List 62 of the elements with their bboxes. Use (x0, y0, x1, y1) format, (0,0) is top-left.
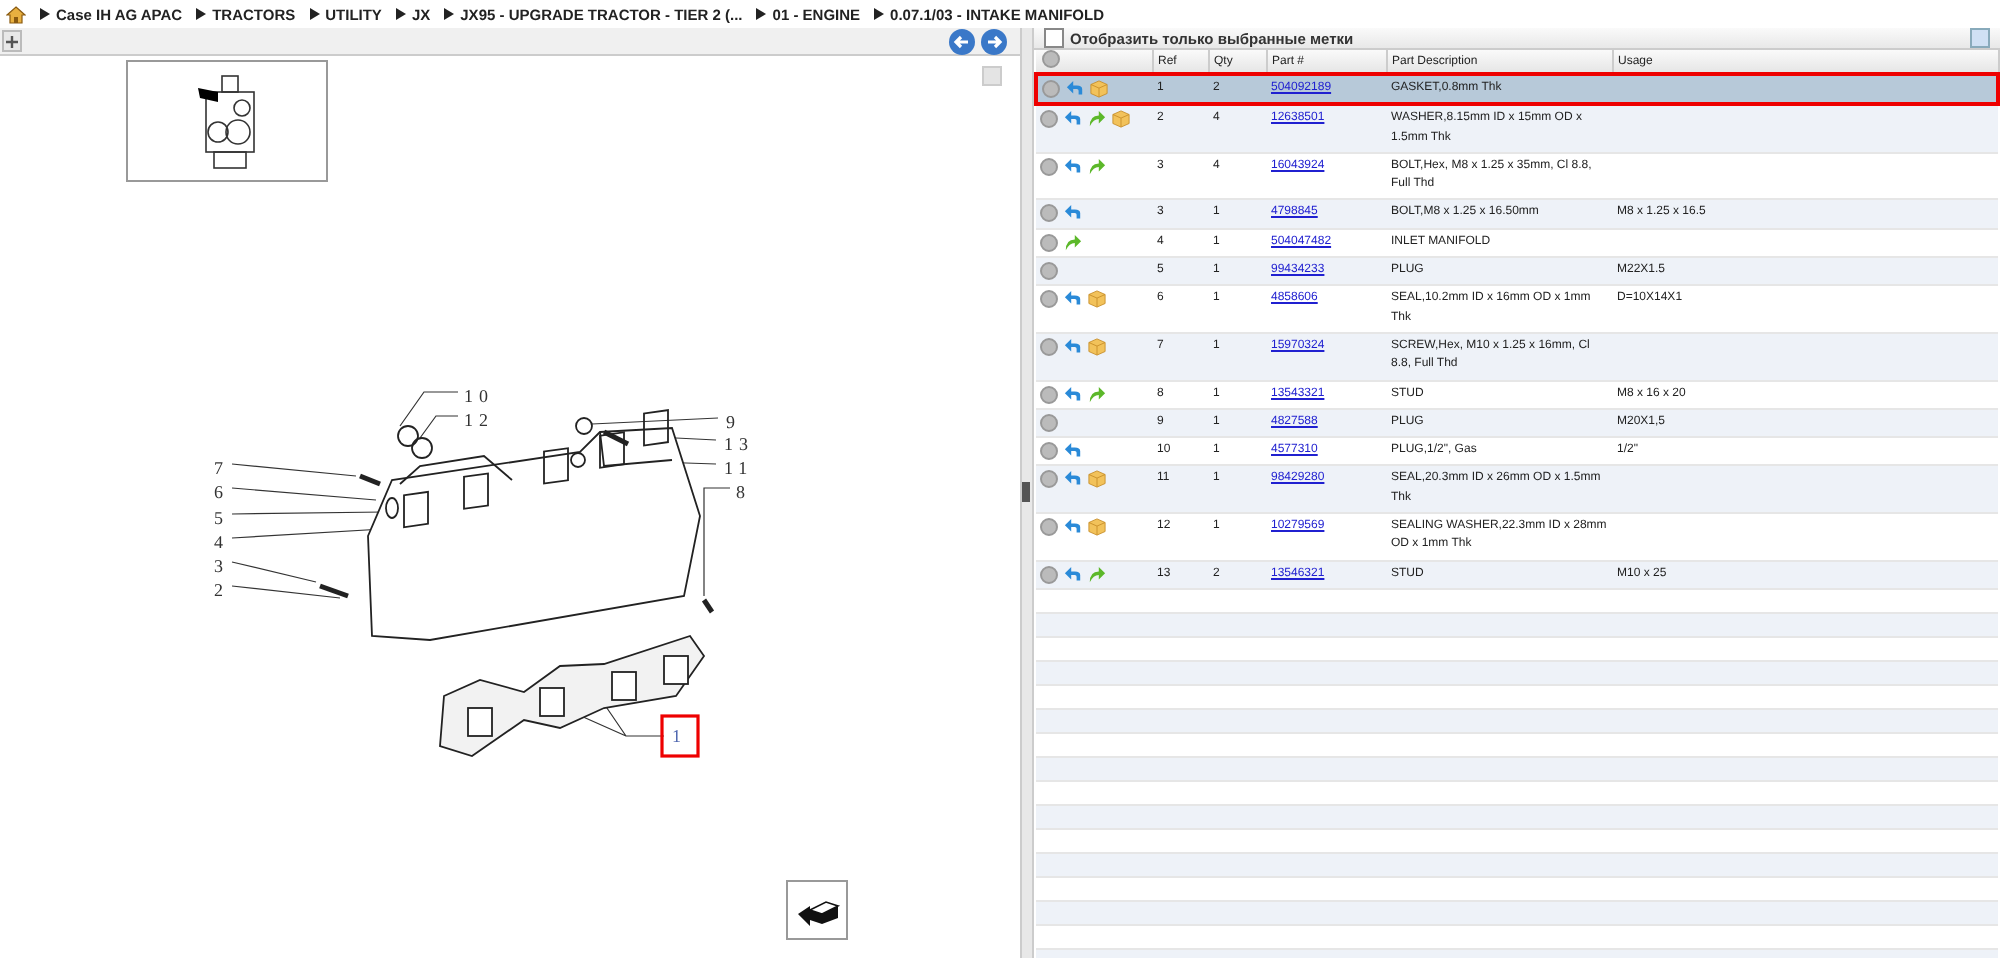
return-arrow-icon[interactable] (1064, 470, 1082, 489)
add-icon[interactable] (1040, 157, 1058, 176)
callout-number[interactable]: 4 (214, 532, 229, 552)
package-icon[interactable] (1088, 518, 1106, 537)
back-button[interactable] (948, 27, 976, 55)
home-icon[interactable] (6, 5, 26, 23)
engine-drawing (193, 71, 261, 171)
forward-arrow-icon[interactable] (1088, 565, 1106, 584)
package-icon[interactable] (1090, 80, 1108, 98)
splitter-handle[interactable] (1022, 482, 1030, 502)
return-arrow-icon[interactable] (1064, 204, 1082, 223)
export-button[interactable] (786, 880, 848, 940)
add-icon[interactable] (1040, 565, 1058, 584)
separator-icon (444, 8, 455, 20)
callout-number[interactable]: 8 (736, 482, 751, 502)
package-icon[interactable] (1088, 290, 1106, 309)
package-icon[interactable] (1088, 337, 1106, 356)
callout-number[interactable]: 7 (214, 458, 229, 478)
forward-arrow-icon[interactable] (1088, 157, 1106, 176)
column-settings-icon[interactable] (1970, 28, 1990, 48)
add-icon[interactable] (1040, 518, 1058, 537)
callout-number[interactable]: 3 (214, 556, 229, 576)
separator-icon (196, 8, 207, 20)
callout-number[interactable]: 6 (214, 482, 229, 502)
package-icon[interactable] (1112, 110, 1130, 129)
callout-number[interactable]: 13 (724, 434, 754, 454)
separator-icon (40, 8, 50, 20)
separator-icon (395, 8, 406, 20)
leader-line (703, 487, 731, 597)
add-all-icon[interactable] (1042, 50, 1060, 68)
leader-line (591, 417, 719, 425)
separator-icon (756, 8, 767, 20)
forward-arrow-icon[interactable] (1088, 385, 1106, 404)
callout-number[interactable]: 5 (214, 508, 229, 528)
return-arrow-icon[interactable] (1064, 337, 1082, 356)
return-arrow-icon[interactable] (1064, 290, 1082, 309)
package-icon[interactable] (1088, 470, 1106, 489)
callout-number[interactable]: 1 (672, 726, 687, 746)
callout-number[interactable]: 11 (724, 458, 754, 478)
callout-number[interactable]: 2 (214, 580, 229, 600)
separator-icon (309, 8, 320, 20)
return-arrow-icon[interactable] (1064, 157, 1082, 176)
callout-number[interactable]: 12 (464, 410, 494, 430)
leader-line (231, 463, 357, 477)
forward-arrow-icon[interactable] (1088, 110, 1106, 129)
return-arrow-icon[interactable] (1064, 565, 1082, 584)
forward-arrow-icon[interactable] (1064, 233, 1082, 252)
callout-number[interactable]: 10 (464, 386, 494, 406)
forward-button[interactable] (980, 27, 1008, 55)
callout-number[interactable]: 9 (726, 412, 741, 432)
filter-checkbox[interactable] (1044, 28, 1064, 48)
expand-button[interactable] (2, 30, 22, 52)
add-icon[interactable] (1040, 337, 1058, 356)
return-arrow-icon[interactable] (1064, 442, 1082, 461)
return-arrow-icon[interactable] (1066, 80, 1084, 98)
return-arrow-icon[interactable] (1064, 110, 1082, 129)
overview-thumbnail[interactable] (126, 60, 328, 182)
toggle-button[interactable] (982, 66, 1002, 86)
return-arrow-icon[interactable] (1064, 518, 1082, 537)
callout-hotspot[interactable] (660, 714, 700, 758)
separator-icon (874, 8, 885, 20)
return-arrow-icon[interactable] (1064, 385, 1082, 404)
